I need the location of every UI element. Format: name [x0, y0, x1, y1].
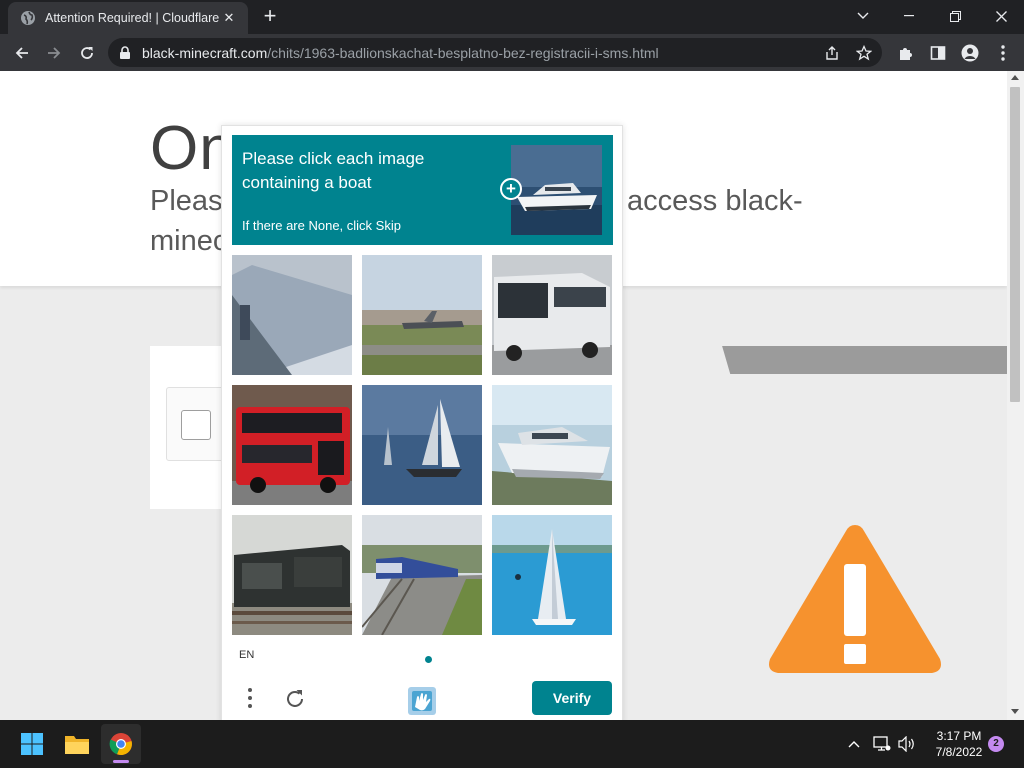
back-button[interactable] [8, 39, 36, 67]
image-tile[interactable] [362, 385, 482, 505]
reload-icon [81, 47, 93, 59]
chrome-icon [109, 733, 132, 756]
show-hidden-icons-icon[interactable] [842, 732, 866, 756]
zoom-example-icon[interactable]: + [500, 178, 522, 200]
file-explorer-button[interactable] [57, 724, 97, 764]
image-tile[interactable] [232, 385, 352, 505]
extensions-puzzle-icon[interactable] [893, 40, 919, 66]
image-tile[interactable] [492, 255, 612, 375]
clock-date: 7/8/2022 [935, 745, 983, 759]
image-tile[interactable] [362, 255, 482, 375]
hcaptcha-logo-icon[interactable] [404, 683, 440, 719]
tab-search-icon[interactable] [840, 0, 886, 32]
forward-button[interactable] [40, 39, 68, 67]
subtitle-right: access black- [627, 185, 803, 217]
image-tile[interactable] [492, 385, 612, 505]
folder-icon [65, 736, 89, 754]
scroll-up-icon[interactable] [1011, 75, 1019, 80]
system-clock[interactable]: 3:17 PM 7/8/2022 [926, 728, 992, 760]
prompt-text: Please click each image containing a boa… [242, 149, 425, 192]
chrome-taskbar-button[interactable] [101, 724, 141, 764]
scrollbar-thumb[interactable] [1010, 87, 1020, 402]
restore-icon[interactable] [932, 0, 978, 32]
bookmark-star-icon[interactable] [850, 41, 878, 65]
clock-time: 3:17 PM [936, 729, 982, 743]
tab-title: Attention Required! | Cloudflare [45, 11, 220, 25]
example-boat-image [511, 145, 602, 235]
subtitle-left-line2: minec [150, 225, 228, 257]
forward-arrow-icon [48, 47, 61, 59]
progress-dot [425, 656, 432, 663]
browser-toolbar: black-minecraft.com/chits/1963-badlionsk… [0, 34, 1024, 71]
address-bar[interactable]: black-minecraft.com/chits/1963-badlionsk… [108, 38, 882, 67]
volume-icon[interactable] [895, 732, 919, 756]
chrome-menu-icon[interactable] [990, 40, 1016, 66]
minimize-icon[interactable] [886, 0, 932, 32]
close-window-icon[interactable] [978, 0, 1024, 32]
image-tile[interactable] [492, 515, 612, 635]
page-scrollbar[interactable] [1007, 71, 1024, 720]
notification-badge[interactable]: 2 [988, 736, 1004, 752]
windows-taskbar: 3:17 PM 7/8/2022 2 [0, 720, 1024, 768]
back-arrow-icon [15, 47, 28, 59]
reload-button[interactable] [73, 39, 101, 67]
url-text[interactable]: black-minecraft.com/chits/1963-badlionsk… [142, 45, 818, 61]
image-tile[interactable] [232, 255, 352, 375]
image-grid [232, 255, 613, 636]
verify-button[interactable]: Verify [532, 681, 612, 715]
start-button[interactable] [12, 724, 52, 764]
tab-strip: Attention Required! | Cloudflare ✕ + [0, 0, 1024, 34]
profile-avatar-icon[interactable] [957, 40, 983, 66]
subtitle-left: Please [150, 185, 230, 217]
image-tile[interactable] [362, 515, 482, 635]
kebab-menu-icon [248, 688, 252, 708]
tab-active[interactable]: Attention Required! | Cloudflare ✕ [8, 2, 248, 34]
url-host: black-minecraft.com [142, 44, 268, 61]
new-tab-button[interactable]: + [258, 5, 282, 28]
decorative-bar [600, 346, 1007, 374]
prompt-hint: If there are None, click Skip [242, 218, 401, 233]
warning-triangle-icon [769, 525, 941, 673]
share-icon[interactable] [818, 41, 846, 65]
language-selector[interactable]: EN [239, 649, 254, 661]
hcaptcha-challenge: Please click each image containing a boa… [221, 125, 623, 725]
network-icon[interactable] [870, 732, 894, 756]
tab-close-icon[interactable]: ✕ [220, 10, 238, 26]
lock-icon[interactable] [118, 45, 132, 60]
url-path: /chits/1963-badlionskachat-besplatno-bez… [267, 44, 659, 61]
human-checkbox[interactable] [181, 410, 211, 440]
scroll-down-icon[interactable] [1011, 709, 1019, 714]
challenge-prompt: Please click each image containing a boa… [232, 135, 613, 245]
active-app-indicator [113, 760, 129, 763]
refresh-challenge-button[interactable] [280, 684, 310, 714]
side-panel-icon[interactable] [925, 40, 951, 66]
menu-button[interactable] [240, 683, 260, 713]
globe-icon [21, 11, 35, 25]
windows-logo-icon [21, 733, 43, 755]
image-tile[interactable] [232, 515, 352, 635]
refresh-icon [287, 690, 303, 707]
